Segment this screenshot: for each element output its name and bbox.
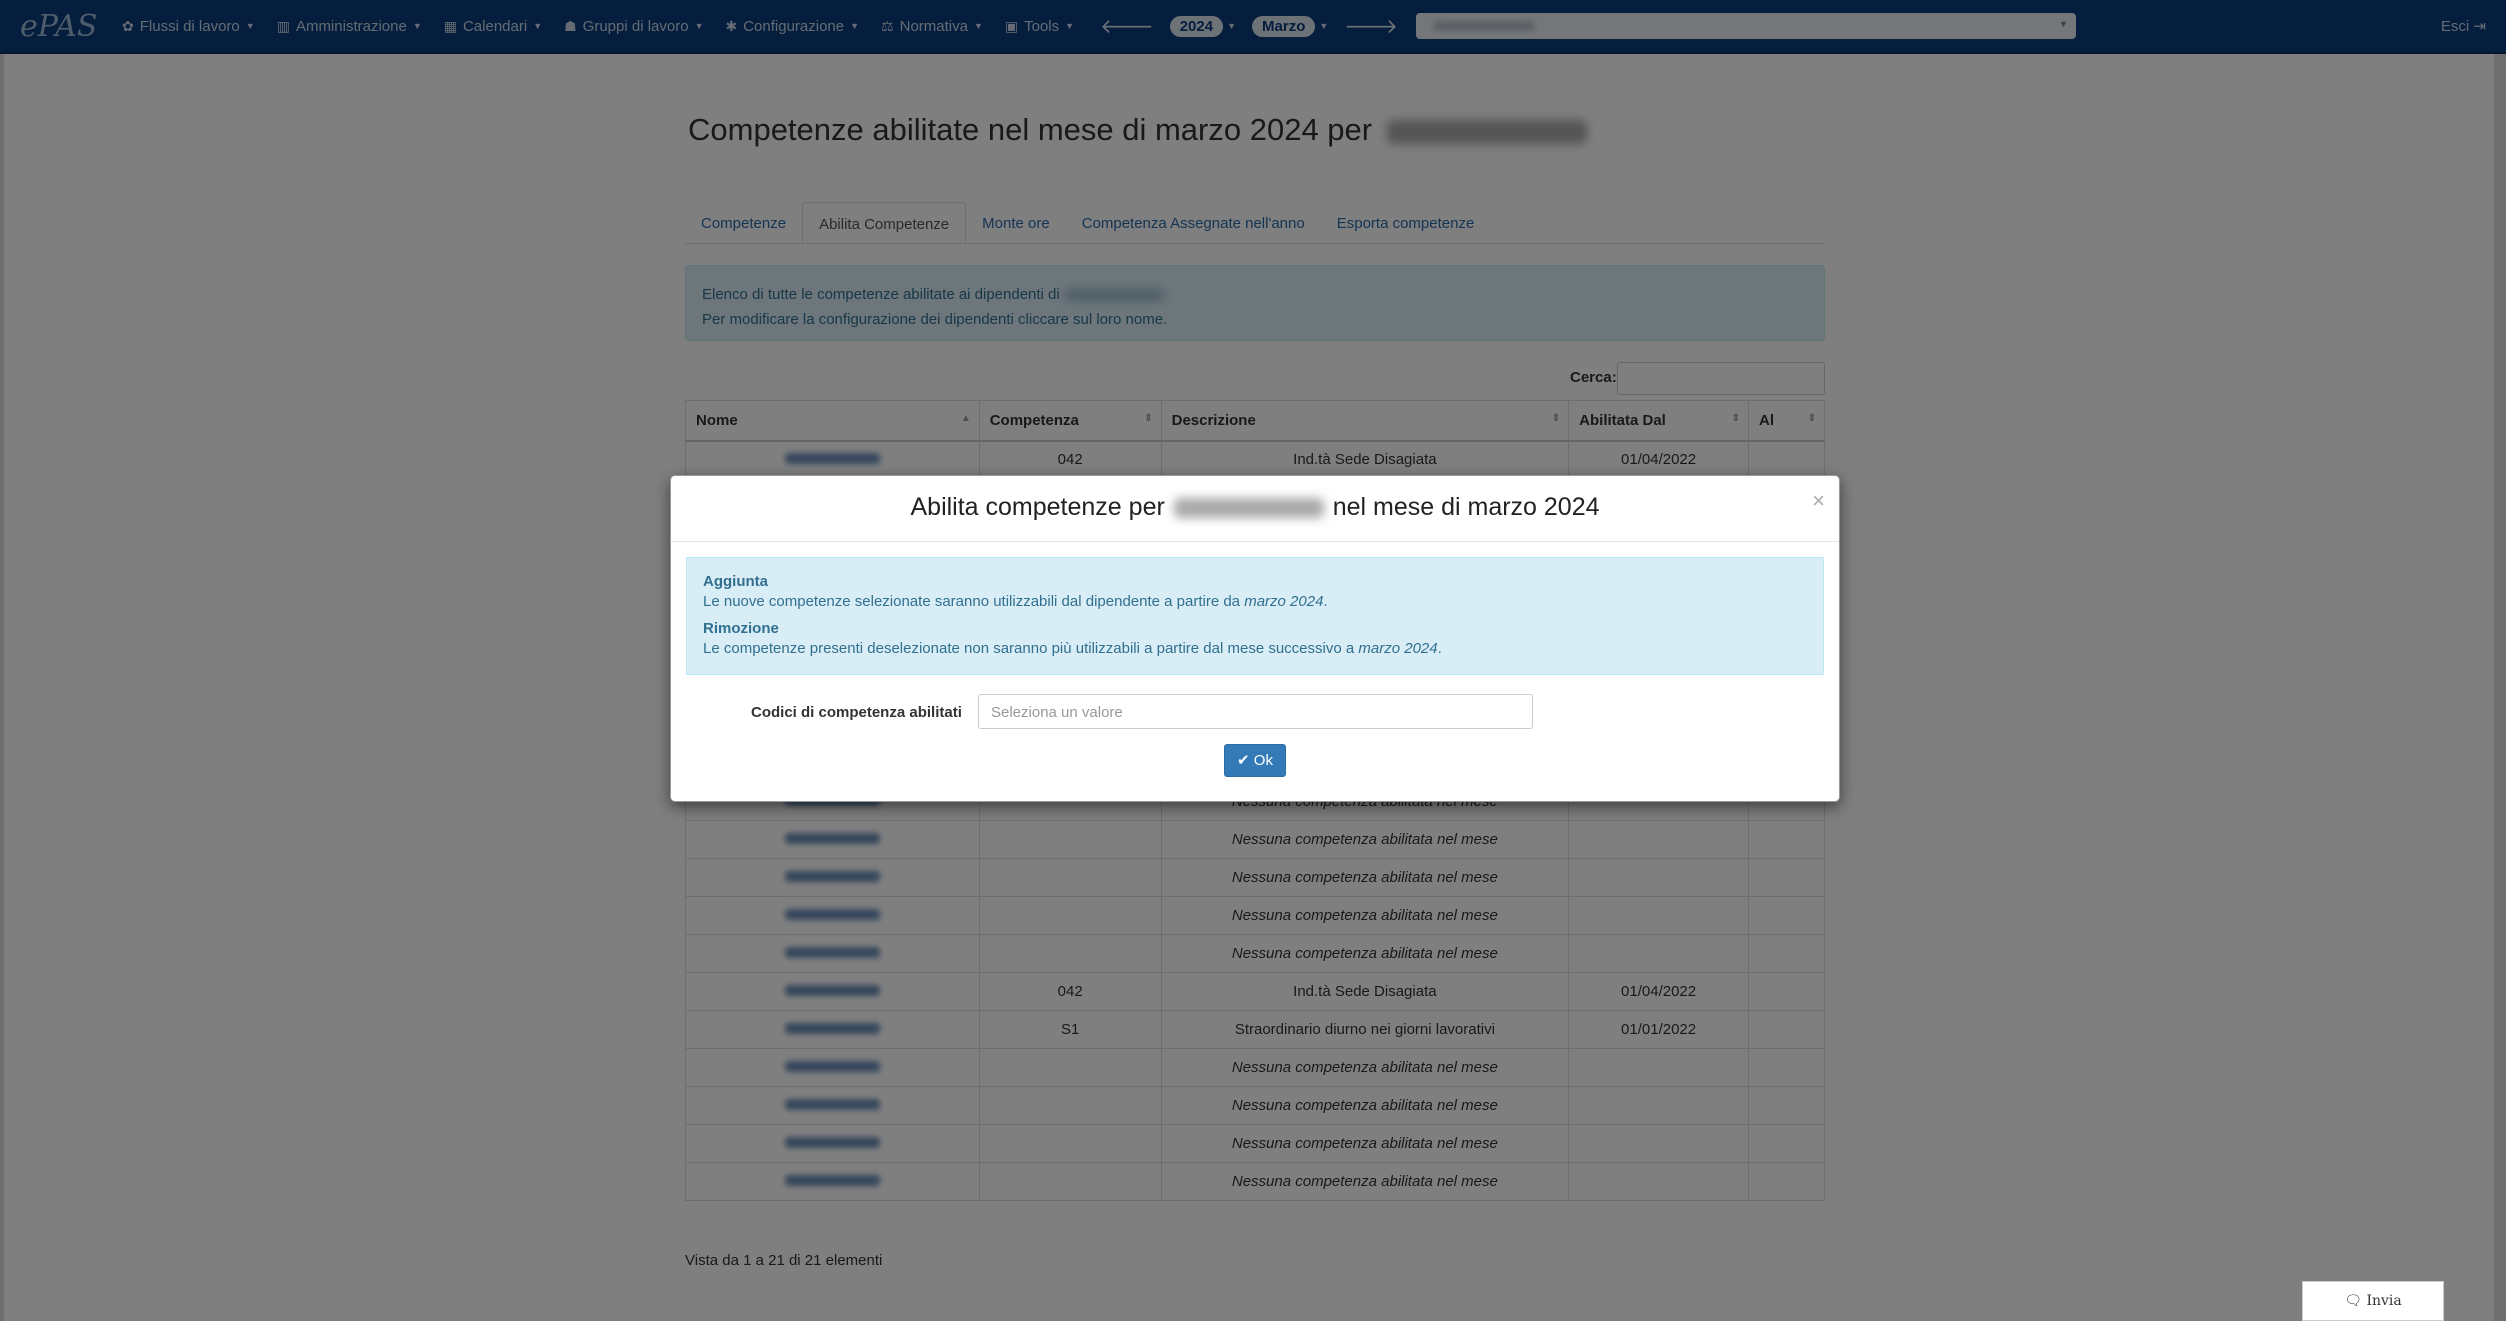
add-text-body: Le nuove competenze selezionate saranno … [703, 593, 1241, 610]
remove-text-body: Le competenze presenti deselezionate non… [703, 640, 1355, 657]
report-issue-button[interactable]: 🗨 Invia segnalazione [2302, 1281, 2444, 1321]
add-month: marzo 2024 [1244, 593, 1324, 610]
modal-title-prefix: Abilita competenze per [910, 493, 1165, 521]
remove-text: Le competenze presenti deselezionate non… [703, 640, 1442, 657]
check-icon: ✔ [1237, 752, 1250, 769]
remove-month: marzo 2024 [1358, 640, 1438, 657]
modal-header: Abilita competenze per nel mese di marzo… [671, 476, 1839, 542]
left-edge [0, 54, 4, 1321]
report-issue-label: Invia segnalazione [2366, 1293, 2402, 1309]
close-icon[interactable]: × [1812, 488, 1825, 514]
remove-heading: Rimozione [703, 620, 779, 637]
modal-title-suffix: nel mese di marzo 2024 [1332, 493, 1600, 521]
competence-codes-label: Codici di competenza abilitati [751, 704, 962, 721]
competence-codes-select[interactable]: Seleziona un valore [978, 694, 1533, 729]
add-heading: Aggiunta [703, 573, 768, 590]
competence-codes-row: Codici di competenza abilitati Seleziona… [671, 694, 1841, 730]
enable-competences-modal: Abilita competenze per nel mese di marzo… [670, 475, 1840, 802]
add-text: Le nuove competenze selezionate saranno … [703, 593, 1328, 610]
comment-icon: 🗨 [2344, 1293, 2363, 1309]
scrollbar-track[interactable] [2494, 54, 2506, 1321]
redacted-employee-name [1173, 498, 1324, 519]
modal-info-alert: Aggiunta Le nuove competenze selezionate… [686, 557, 1824, 675]
ok-button[interactable]: ✔ Ok [1224, 744, 1286, 777]
ok-label: Ok [1253, 752, 1273, 769]
